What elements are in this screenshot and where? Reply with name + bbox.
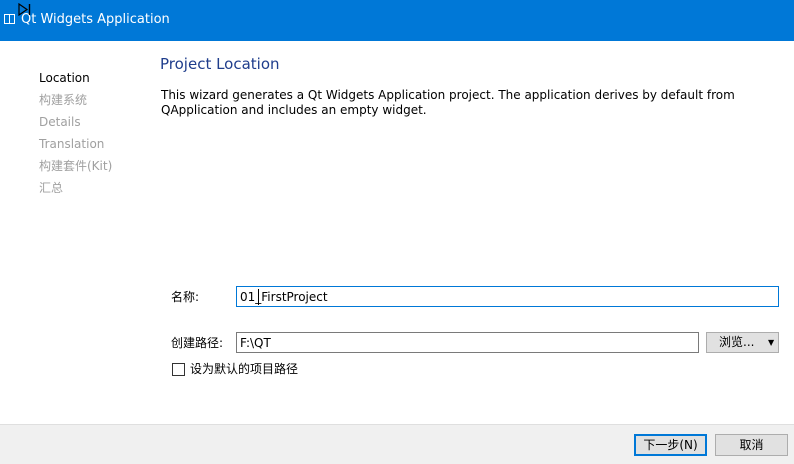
step-kits: 构建套件(Kit)	[39, 159, 113, 173]
default-path-checkbox[interactable]	[172, 363, 185, 376]
next-button[interactable]: 下一步(N)	[634, 434, 707, 456]
window-title: Qt Widgets Application	[21, 12, 170, 27]
browse-button-label: 浏览...	[719, 335, 755, 349]
project-path-input[interactable]	[236, 332, 699, 353]
title-bar: Qt Widgets Application	[0, 0, 794, 41]
window-icon	[4, 14, 15, 24]
project-name-input[interactable]	[236, 286, 779, 307]
browse-button[interactable]: 浏览... ▼	[706, 332, 779, 353]
page-description: This wizard generates a Qt Widgets Appli…	[161, 88, 735, 117]
cancel-button[interactable]: 取消	[715, 434, 788, 456]
dropdown-arrow-icon: ▼	[768, 338, 775, 347]
step-location: Location	[39, 71, 90, 85]
step-build-system: 构建系统	[39, 93, 88, 107]
step-summary: 汇总	[39, 181, 64, 195]
play-bar-icon	[18, 3, 31, 16]
default-path-checkbox-label[interactable]: 设为默认的项目路径	[190, 362, 298, 377]
page-title: Project Location	[160, 55, 280, 73]
step-details: Details	[39, 115, 81, 129]
step-translation: Translation	[39, 137, 105, 151]
name-label: 名称:	[171, 290, 200, 304]
text-caret	[258, 289, 259, 305]
path-label: 创建路径:	[171, 336, 224, 350]
